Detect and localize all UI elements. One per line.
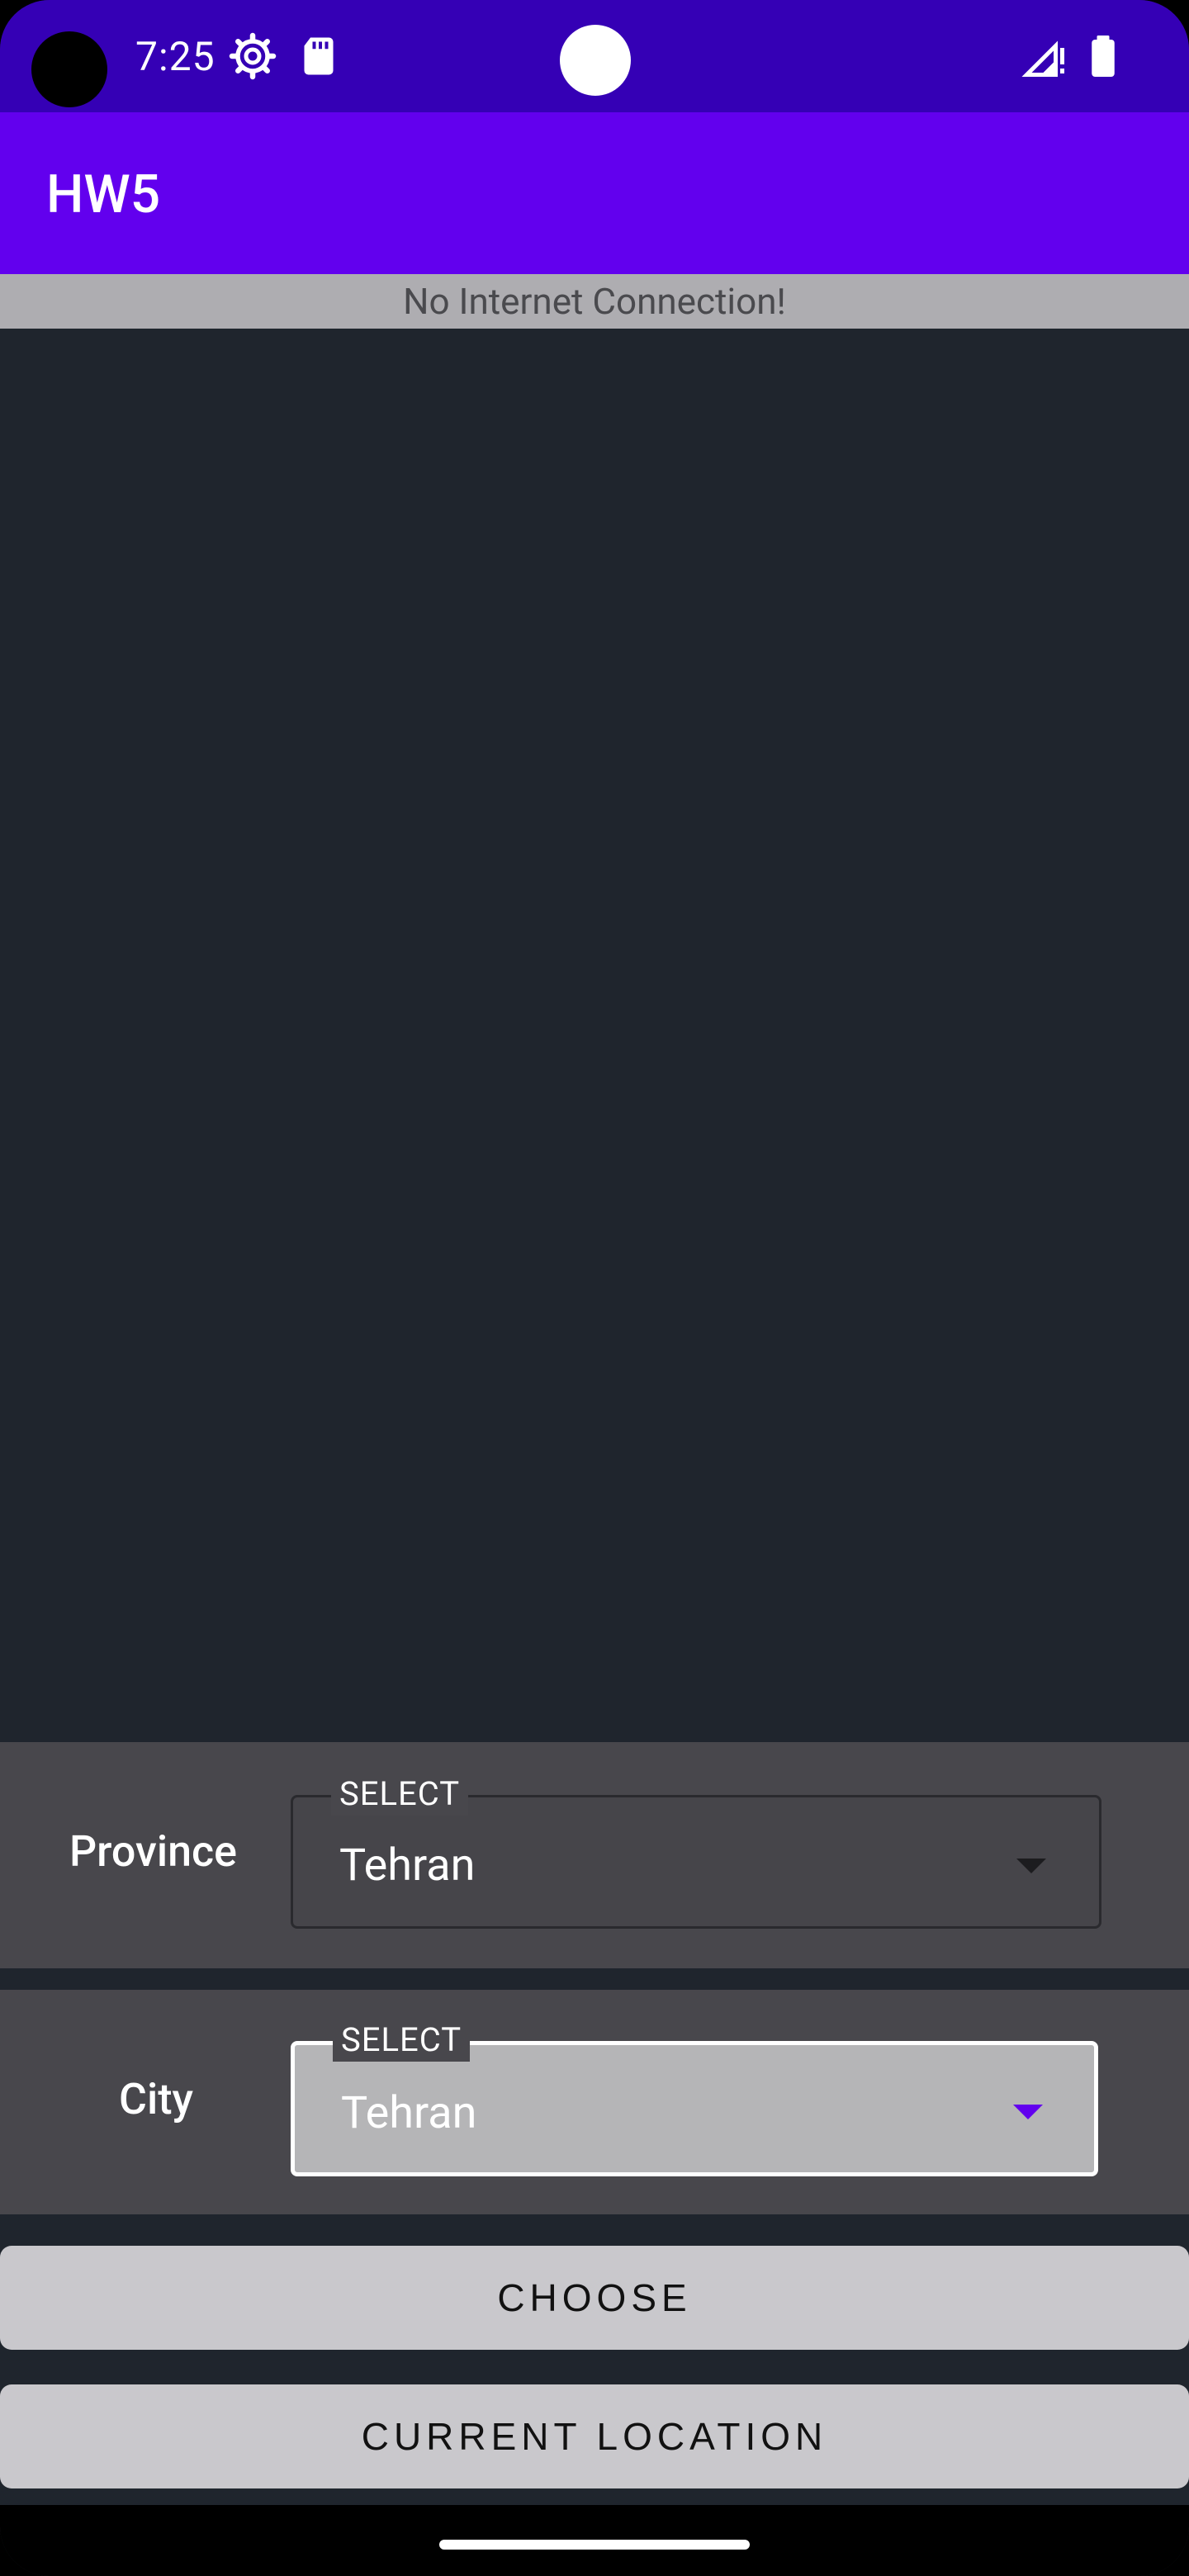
- city-panel: City SELECT Tehran: [0, 1990, 1189, 2214]
- app-bar: HW5: [0, 112, 1189, 274]
- city-select[interactable]: SELECT Tehran: [291, 2019, 1098, 2176]
- app-title: HW5: [46, 163, 161, 225]
- choose-button-label: CHOOSE: [497, 2276, 692, 2319]
- navigation-bar: [0, 2505, 1189, 2576]
- dropdown-arrow-icon[interactable]: [1013, 2105, 1043, 2119]
- province-select-value: Tehran: [339, 1840, 476, 1892]
- choose-button[interactable]: CHOOSE: [0, 2246, 1189, 2350]
- battery-icon: [1092, 36, 1115, 77]
- current-location-button[interactable]: CURRENT LOCATION: [0, 2384, 1189, 2488]
- province-select-caption: SELECT: [331, 1773, 469, 1816]
- settings-gear-icon: [229, 32, 277, 80]
- city-select-caption: SELECT: [333, 2019, 471, 2062]
- home-indicator[interactable]: [439, 2540, 750, 2550]
- province-label: Province: [69, 1826, 238, 1877]
- dropdown-arrow-icon[interactable]: [1016, 1859, 1046, 1873]
- current-location-button-label: CURRENT LOCATION: [361, 2415, 828, 2458]
- province-panel: Province SELECT Tehran: [0, 1742, 1189, 1968]
- signal-no-data-icon: [1021, 40, 1064, 77]
- camera-cutout: [31, 31, 107, 107]
- map-area[interactable]: [0, 329, 1189, 1742]
- sd-card-icon: [304, 37, 334, 75]
- no-connection-banner: No Internet Connection!: [0, 274, 1189, 329]
- center-dot-indicator: [560, 25, 631, 96]
- city-select-value: Tehran: [341, 2087, 477, 2139]
- province-select[interactable]: SELECT Tehran: [291, 1773, 1101, 1929]
- status-bar: 7:25: [0, 0, 1189, 112]
- status-time: 7:25: [135, 33, 216, 80]
- city-label: City: [119, 2074, 193, 2124]
- banner-text: No Internet Connection!: [403, 280, 786, 323]
- phone-screen: 7:25 HW5 No Internet Connection! Provinc…: [0, 0, 1189, 2576]
